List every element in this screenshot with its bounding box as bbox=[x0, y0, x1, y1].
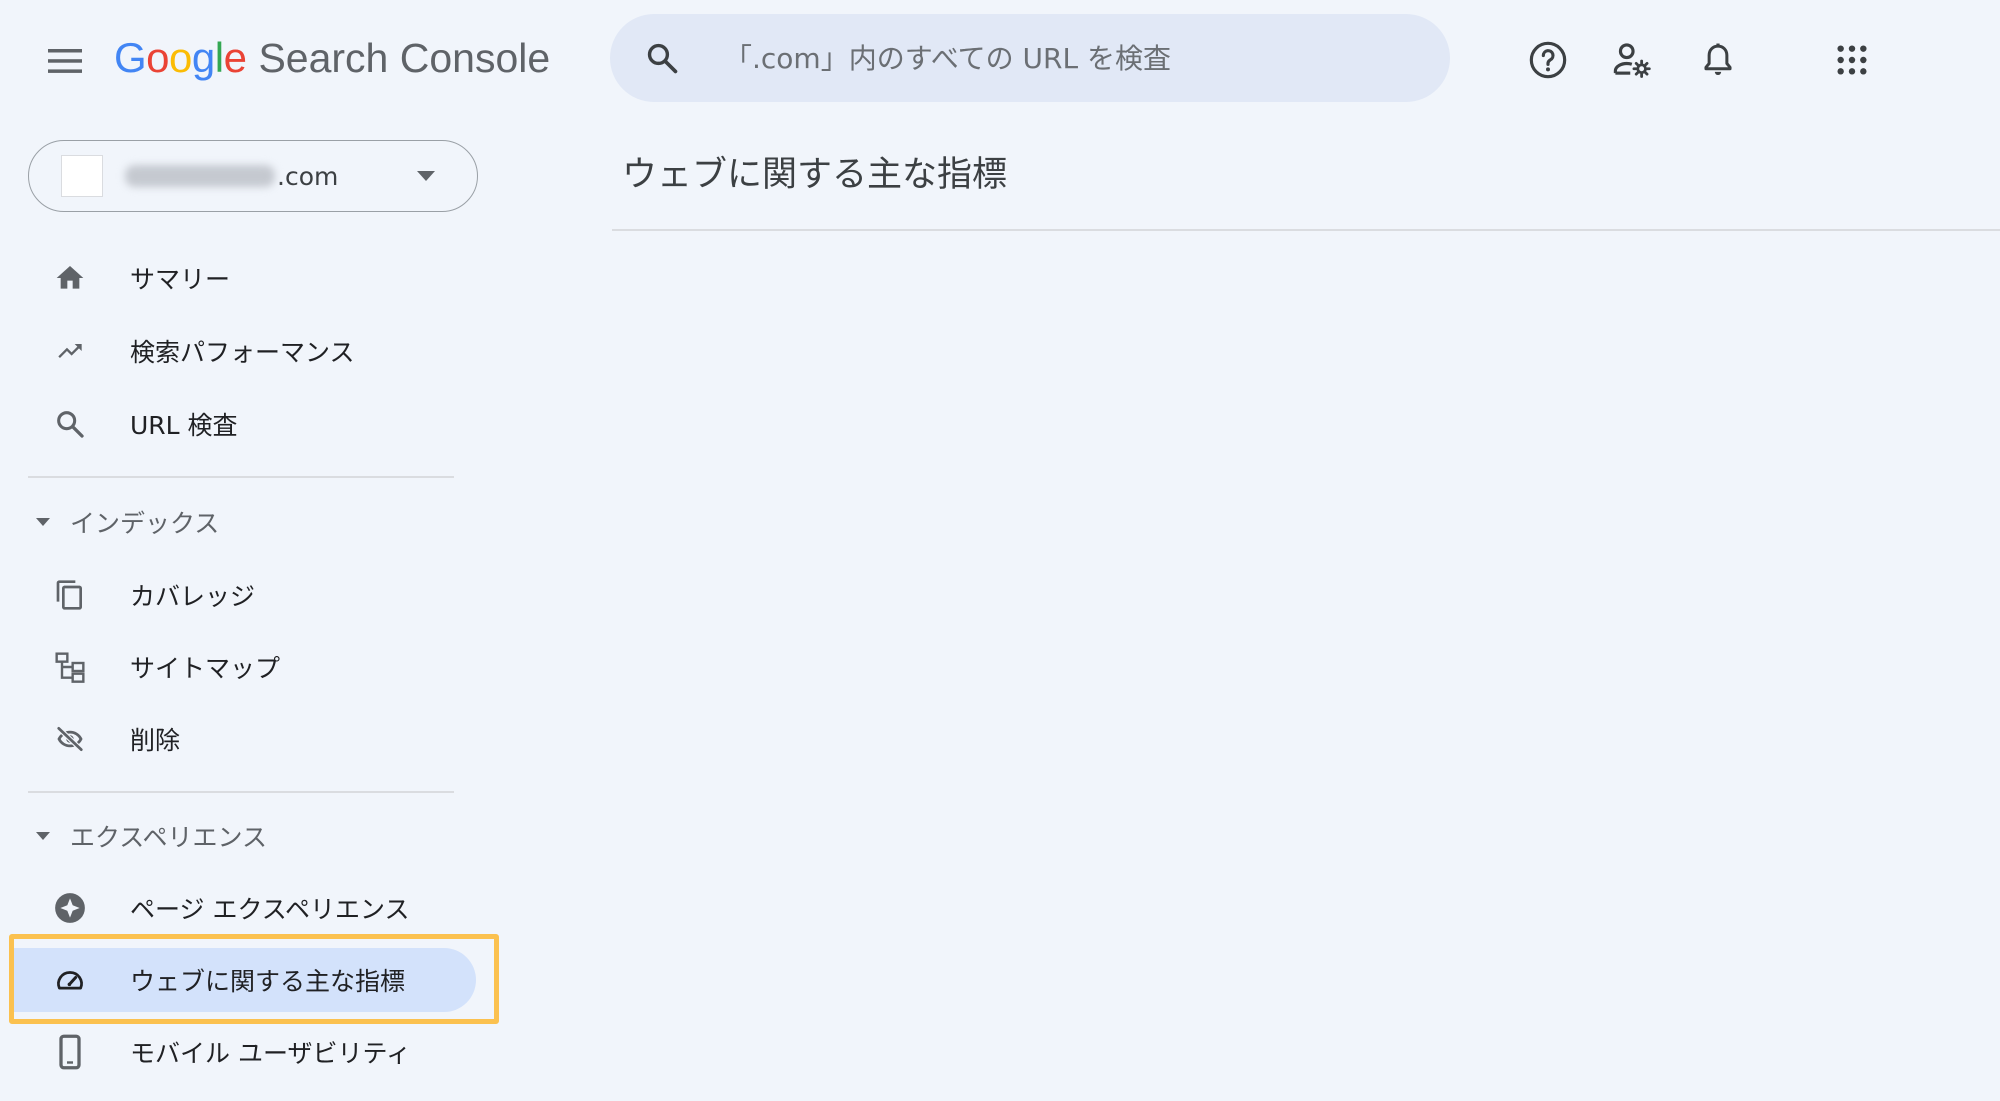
sidebar-item-label: 検索パフォーマンス bbox=[130, 338, 355, 367]
page-experience-icon bbox=[50, 888, 90, 928]
copy-icon bbox=[50, 575, 90, 615]
visibility-off-icon bbox=[50, 719, 90, 759]
sidebar-item-page-experience[interactable]: ページ エクスペリエンス bbox=[14, 876, 476, 940]
sidebar-item-mobile-usability[interactable]: モバイル ユーザビリティ bbox=[14, 1020, 476, 1084]
manage-users-icon bbox=[1613, 43, 1651, 78]
sidebar-item-label: ページ エクスペリエンス bbox=[130, 895, 410, 924]
sidebar-item-label: URL 検査 bbox=[130, 411, 238, 440]
sidebar-item-core-web-vitals[interactable]: ウェブに関する主な指標 bbox=[14, 948, 476, 1012]
sitemap-icon bbox=[50, 647, 90, 687]
sidebar-item-url-inspection[interactable]: URL 検査 bbox=[14, 392, 476, 456]
section-title: インデックス bbox=[70, 509, 220, 538]
logo-letter: g bbox=[191, 34, 215, 81]
sidebar-item-label: サイトマップ bbox=[130, 654, 281, 683]
sidebar-item-label: 削除 bbox=[130, 726, 181, 755]
collapse-arrow-icon bbox=[36, 832, 50, 840]
search-console-logo[interactable]: Google Search Console bbox=[114, 34, 550, 88]
search-icon bbox=[50, 404, 90, 444]
google-apps-button[interactable] bbox=[1824, 32, 1880, 88]
main-menu-button[interactable] bbox=[40, 36, 90, 86]
sidebar-item-label: モバイル ユーザビリティ bbox=[130, 1039, 411, 1068]
section-title: エクスペリエンス bbox=[70, 823, 268, 852]
logo-letter: G bbox=[114, 34, 147, 81]
sidebar-divider bbox=[28, 476, 454, 478]
logo-letter: o bbox=[169, 34, 192, 81]
speed-icon bbox=[50, 960, 90, 1000]
redacted-domain bbox=[125, 165, 275, 187]
sidebar-item-removals[interactable]: 削除 bbox=[14, 707, 476, 771]
sidebar-item-label: サマリー bbox=[130, 265, 231, 294]
menu-icon bbox=[48, 49, 82, 73]
property-selector[interactable]: .com bbox=[28, 140, 478, 212]
title-divider bbox=[612, 229, 2000, 231]
search-input[interactable] bbox=[722, 40, 1426, 76]
section-header-experience[interactable]: エクスペリエンス bbox=[36, 811, 267, 861]
logo-letter: l bbox=[214, 34, 224, 81]
sidebar-item-coverage[interactable]: カバレッジ bbox=[14, 563, 476, 627]
url-inspection-search[interactable] bbox=[610, 14, 1450, 102]
help-button[interactable] bbox=[1520, 32, 1576, 88]
logo-letter: o bbox=[146, 34, 170, 81]
product-name: Search Console bbox=[258, 35, 551, 81]
google-wordmark: Google bbox=[114, 34, 247, 82]
page-title: ウェブに関する主な指標 bbox=[622, 155, 1008, 195]
collapse-arrow-icon bbox=[36, 518, 50, 526]
apps-icon bbox=[1837, 45, 1867, 75]
section-header-index[interactable]: インデックス bbox=[36, 497, 219, 547]
site-favicon bbox=[61, 155, 103, 197]
sidebar-item-label: カバレッジ bbox=[130, 582, 256, 611]
notifications-button[interactable] bbox=[1690, 32, 1746, 88]
logo-letter: e bbox=[223, 34, 247, 81]
trending-up-icon bbox=[50, 331, 90, 371]
dropdown-caret-icon bbox=[417, 171, 435, 181]
sidebar-item-summary[interactable]: サマリー bbox=[14, 246, 476, 310]
manage-users-button[interactable] bbox=[1604, 32, 1660, 88]
sidebar-item-performance[interactable]: 検索パフォーマンス bbox=[14, 319, 476, 383]
phone-icon bbox=[50, 1032, 90, 1072]
property-domain: .com bbox=[277, 161, 339, 191]
search-icon bbox=[642, 38, 682, 78]
home-icon bbox=[50, 258, 90, 298]
sidebar-divider bbox=[28, 791, 454, 793]
help-icon bbox=[1529, 41, 1567, 79]
sidebar-item-sitemaps[interactable]: サイトマップ bbox=[14, 635, 476, 699]
notifications-icon bbox=[1704, 43, 1732, 76]
sidebar-item-label: ウェブに関する主な指標 bbox=[130, 967, 406, 996]
